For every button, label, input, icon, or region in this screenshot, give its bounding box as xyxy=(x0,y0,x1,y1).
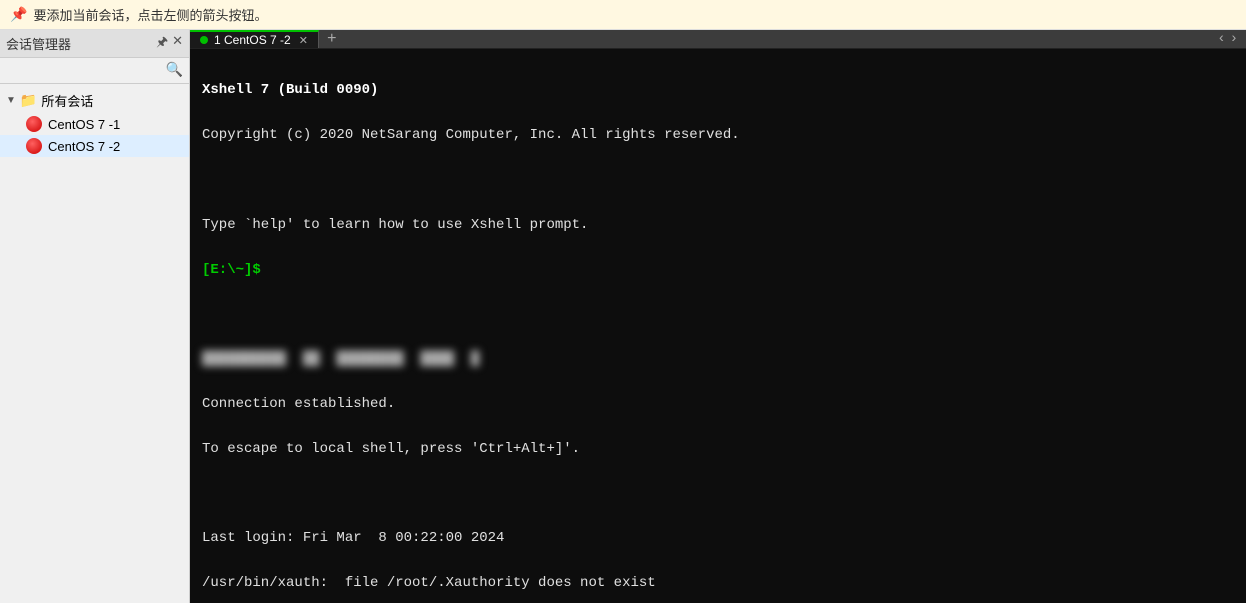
session-icon xyxy=(26,138,42,154)
terminal-area: 1 CentOS 7 -2 ✕ + ‹ › Xshell 7 (Build 00… xyxy=(190,30,1246,603)
term-prompt-line: [E:\~]$ xyxy=(202,259,1234,281)
tab-nav-right: ‹ › xyxy=(1209,30,1246,48)
term-line: Connection established. xyxy=(202,393,1234,415)
term-line xyxy=(202,169,1234,191)
tree-root-all-sessions[interactable]: ▼ 📁 所有会话 xyxy=(0,88,189,113)
sidebar-close-icon[interactable]: ✕ xyxy=(172,33,183,55)
term-line: Copyright (c) 2020 NetSarang Computer, I… xyxy=(202,124,1234,146)
notification-text: 要添加当前会话，点击左侧的箭头按钮。 xyxy=(33,5,267,24)
sidebar-header: 会话管理器 🖈 ✕ xyxy=(0,30,189,58)
tab-bar: 1 CentOS 7 -2 ✕ + ‹ › xyxy=(190,30,1246,49)
tree-toggle-icon: ▼ xyxy=(6,95,16,106)
term-line: Type `help' to learn how to use Xshell p… xyxy=(202,214,1234,236)
terminal-wrapper: Xshell 7 (Build 0090) Copyright (c) 2020… xyxy=(190,49,1246,603)
tab-active-dot xyxy=(200,36,208,44)
session-icon xyxy=(26,116,42,132)
term-line: /usr/bin/xauth: file /root/.Xauthority d… xyxy=(202,572,1234,594)
term-line: Last login: Fri Mar 8 00:22:00 2024 xyxy=(202,527,1234,549)
notification-bar: 📌 要添加当前会话，点击左侧的箭头按钮。 xyxy=(0,0,1246,30)
sidebar-tree: ▼ 📁 所有会话 CentOS 7 -1 CentOS 7 -2 xyxy=(0,84,189,603)
sidebar-pin-icon[interactable]: 🖈 xyxy=(156,33,168,55)
search-icon[interactable]: 🔍 xyxy=(166,62,183,79)
folder-icon: 📁 xyxy=(20,92,37,109)
term-line: Xshell 7 (Build 0090) xyxy=(202,79,1234,101)
term-line xyxy=(202,482,1234,504)
tab-add-button[interactable]: + xyxy=(319,30,345,48)
sidebar: 会话管理器 🖈 ✕ 🔍 ▼ 📁 所有会话 CentOS 7 -1 CentOS … xyxy=(0,30,190,603)
tab-add-icon: + xyxy=(327,30,337,48)
list-item[interactable]: CentOS 7 -2 xyxy=(0,135,189,157)
sidebar-title: 会话管理器 xyxy=(6,34,71,53)
session-label: CentOS 7 -2 xyxy=(48,139,120,154)
pin-icon: 📌 xyxy=(10,6,27,23)
main-layout: 会话管理器 🖈 ✕ 🔍 ▼ 📁 所有会话 CentOS 7 -1 CentOS … xyxy=(0,30,1246,603)
term-line: To escape to local shell, press 'Ctrl+Al… xyxy=(202,438,1234,460)
tab-nav-prev-button[interactable]: ‹ xyxy=(1217,31,1225,47)
tab-centos7-2[interactable]: 1 CentOS 7 -2 ✕ xyxy=(190,30,319,48)
term-blurred-line: ██████████ ██ ████████ ████ █ xyxy=(202,348,1234,370)
term-line xyxy=(202,303,1234,325)
tree-root-label: 所有会话 xyxy=(41,91,93,110)
tab-close-button[interactable]: ✕ xyxy=(299,34,308,47)
session-label: CentOS 7 -1 xyxy=(48,117,120,132)
terminal-content[interactable]: Xshell 7 (Build 0090) Copyright (c) 2020… xyxy=(190,49,1246,603)
list-item[interactable]: CentOS 7 -1 xyxy=(0,113,189,135)
tab-label: 1 CentOS 7 -2 xyxy=(214,33,291,47)
sidebar-search-bar: 🔍 xyxy=(0,58,189,84)
tab-nav-next-button[interactable]: › xyxy=(1230,31,1238,47)
